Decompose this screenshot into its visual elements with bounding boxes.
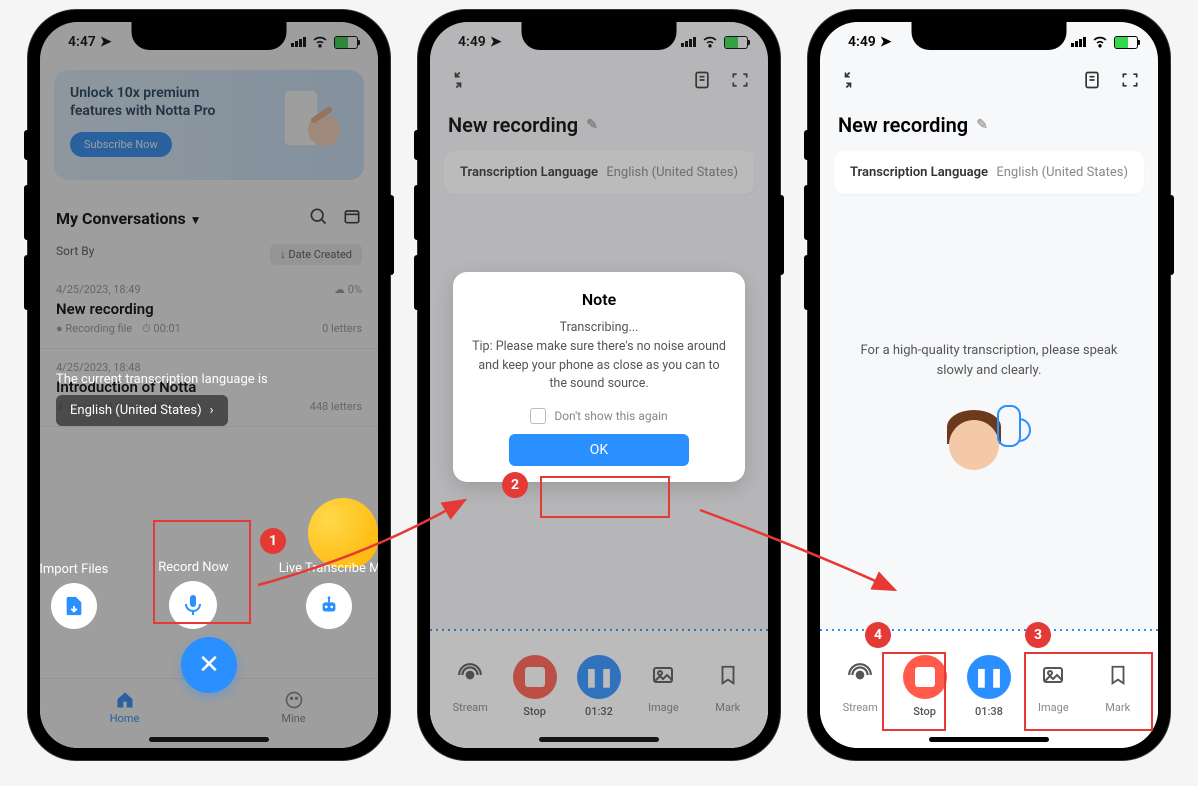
collapse-icon[interactable] [838,70,858,95]
wifi-icon [1090,30,1110,54]
fab-close-button[interactable]: ✕ [181,637,237,693]
annotation-badge-4: 4 [865,622,891,648]
pause-icon: ❚❚ [967,655,1011,699]
screen-home: 4:47 ➤ Unlock 10x premium features with … [40,22,378,748]
modal-line2: Tip: Please make sure there's no noise a… [469,338,729,394]
modal-title: Note [469,290,729,309]
close-icon: ✕ [198,650,220,680]
language-bar-label: Transcription Language [850,165,988,180]
import-files-option[interactable]: Import Files [40,562,108,629]
annotation-badge-3: 3 [1025,622,1051,648]
location-icon: ➤ [880,34,892,50]
phone-frame-2: 4:49➤ New recording ✎ Transcription Lang… [418,10,780,760]
note-modal: Note Transcribing... Tip: Please make su… [453,272,745,482]
language-caption: The current transcription language is [56,372,268,387]
annotation-box-1 [153,520,251,624]
expand-icon[interactable] [1120,70,1140,95]
phone-frame-1: 4:47 ➤ Unlock 10x premium features with … [28,10,390,760]
live-transcribe-option[interactable]: Live Transcribe Meetings [279,561,378,629]
annotation-badge-1: 1 [260,528,286,554]
stream-label: Stream [843,701,878,714]
checkbox-icon [530,408,546,424]
recording-body: For a high-quality transcription, please… [820,202,1158,629]
modal-line1: Transcribing... [469,319,729,338]
live-label: Live Transcribe Meetings [279,561,378,577]
signal-icon [1071,37,1086,47]
language-bar[interactable]: Transcription Language English (United S… [834,151,1144,194]
language-pill[interactable]: English (United States) › [56,395,228,426]
recording-title: New recording [838,113,968,137]
phone-frame-3: 4:49➤ New recording ✎ Transcription Lang… [808,10,1170,760]
recording-hint: For a high-quality transcription, please… [859,341,1119,380]
chevron-right-icon: › [210,403,214,418]
timer-label: 01:38 [975,705,1003,718]
stream-icon [840,655,880,695]
screen-recording-modal: 4:49➤ New recording ✎ Transcription Lang… [430,22,768,748]
language-value: English (United States) [70,403,202,418]
import-icon [51,583,97,629]
import-label: Import Files [40,562,108,577]
annotation-box-2 [540,476,670,518]
annotation-badge-2: 2 [502,472,528,498]
ok-button[interactable]: OK [509,434,689,466]
language-bar-value: English (United States) [996,165,1128,180]
annotation-box-4 [882,652,946,731]
language-tooltip: The current transcription language is En… [56,372,268,426]
dont-show-checkbox[interactable]: Don't show this again [469,408,729,424]
dont-show-label: Don't show this again [554,409,667,423]
recording-title-row: New recording ✎ [820,99,1158,143]
battery-icon [1114,36,1138,49]
status-time: 4:49 [848,34,876,50]
note-icon[interactable] [1082,70,1102,95]
person-speaking-illustration [939,400,1039,490]
edit-title-icon[interactable]: ✎ [976,117,988,133]
robot-icon [306,583,352,629]
annotation-box-3 [1024,652,1153,731]
pause-button[interactable]: ❚❚ 01:38 [959,655,1019,718]
